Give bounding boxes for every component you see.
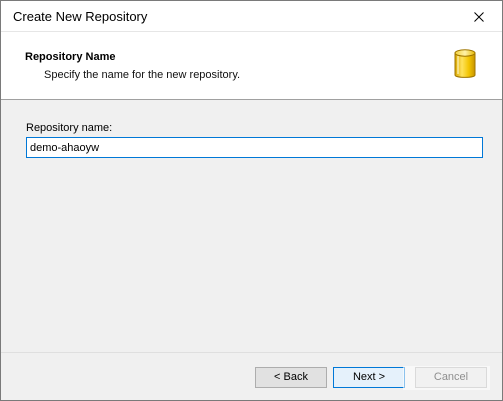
repository-name-input[interactable] <box>26 137 483 158</box>
cancel-button[interactable]: Cancel <box>415 367 487 388</box>
title-bar: Create New Repository <box>1 1 502 32</box>
close-icon <box>474 11 484 22</box>
create-repository-dialog: Create New Repository Repository Name Sp… <box>0 0 503 401</box>
back-button[interactable]: < Back <box>255 367 327 388</box>
repository-name-page: Repository name: <box>1 100 502 353</box>
wizard-header: Repository Name Specify the name for the… <box>1 32 502 100</box>
footer-divider <box>1 352 502 353</box>
page-subtitle: Specify the name for the new repository. <box>44 69 241 81</box>
next-button[interactable]: Next > <box>333 367 405 388</box>
window-title: Create New Repository <box>13 9 148 24</box>
close-button[interactable] <box>456 1 502 32</box>
database-cylinder-icon <box>454 49 476 78</box>
repository-name-label: Repository name: <box>26 122 113 134</box>
page-title: Repository Name <box>25 51 116 63</box>
